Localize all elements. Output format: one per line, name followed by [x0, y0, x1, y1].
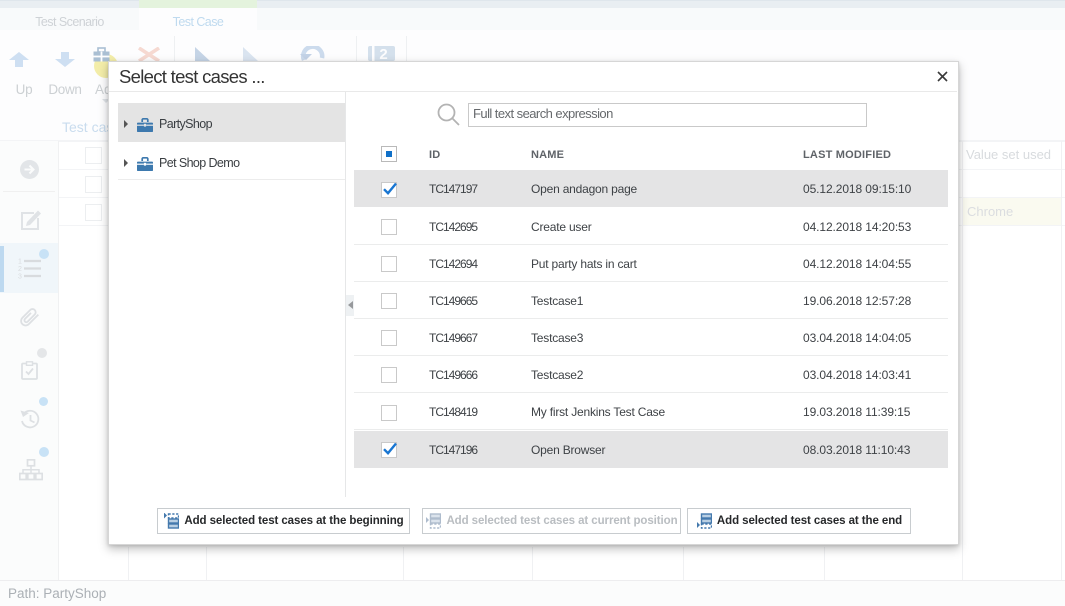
svg-text:1: 1 [18, 259, 22, 266]
svg-text:3: 3 [18, 274, 22, 281]
svg-text:2: 2 [379, 46, 387, 61]
svg-text:2: 2 [18, 266, 22, 273]
